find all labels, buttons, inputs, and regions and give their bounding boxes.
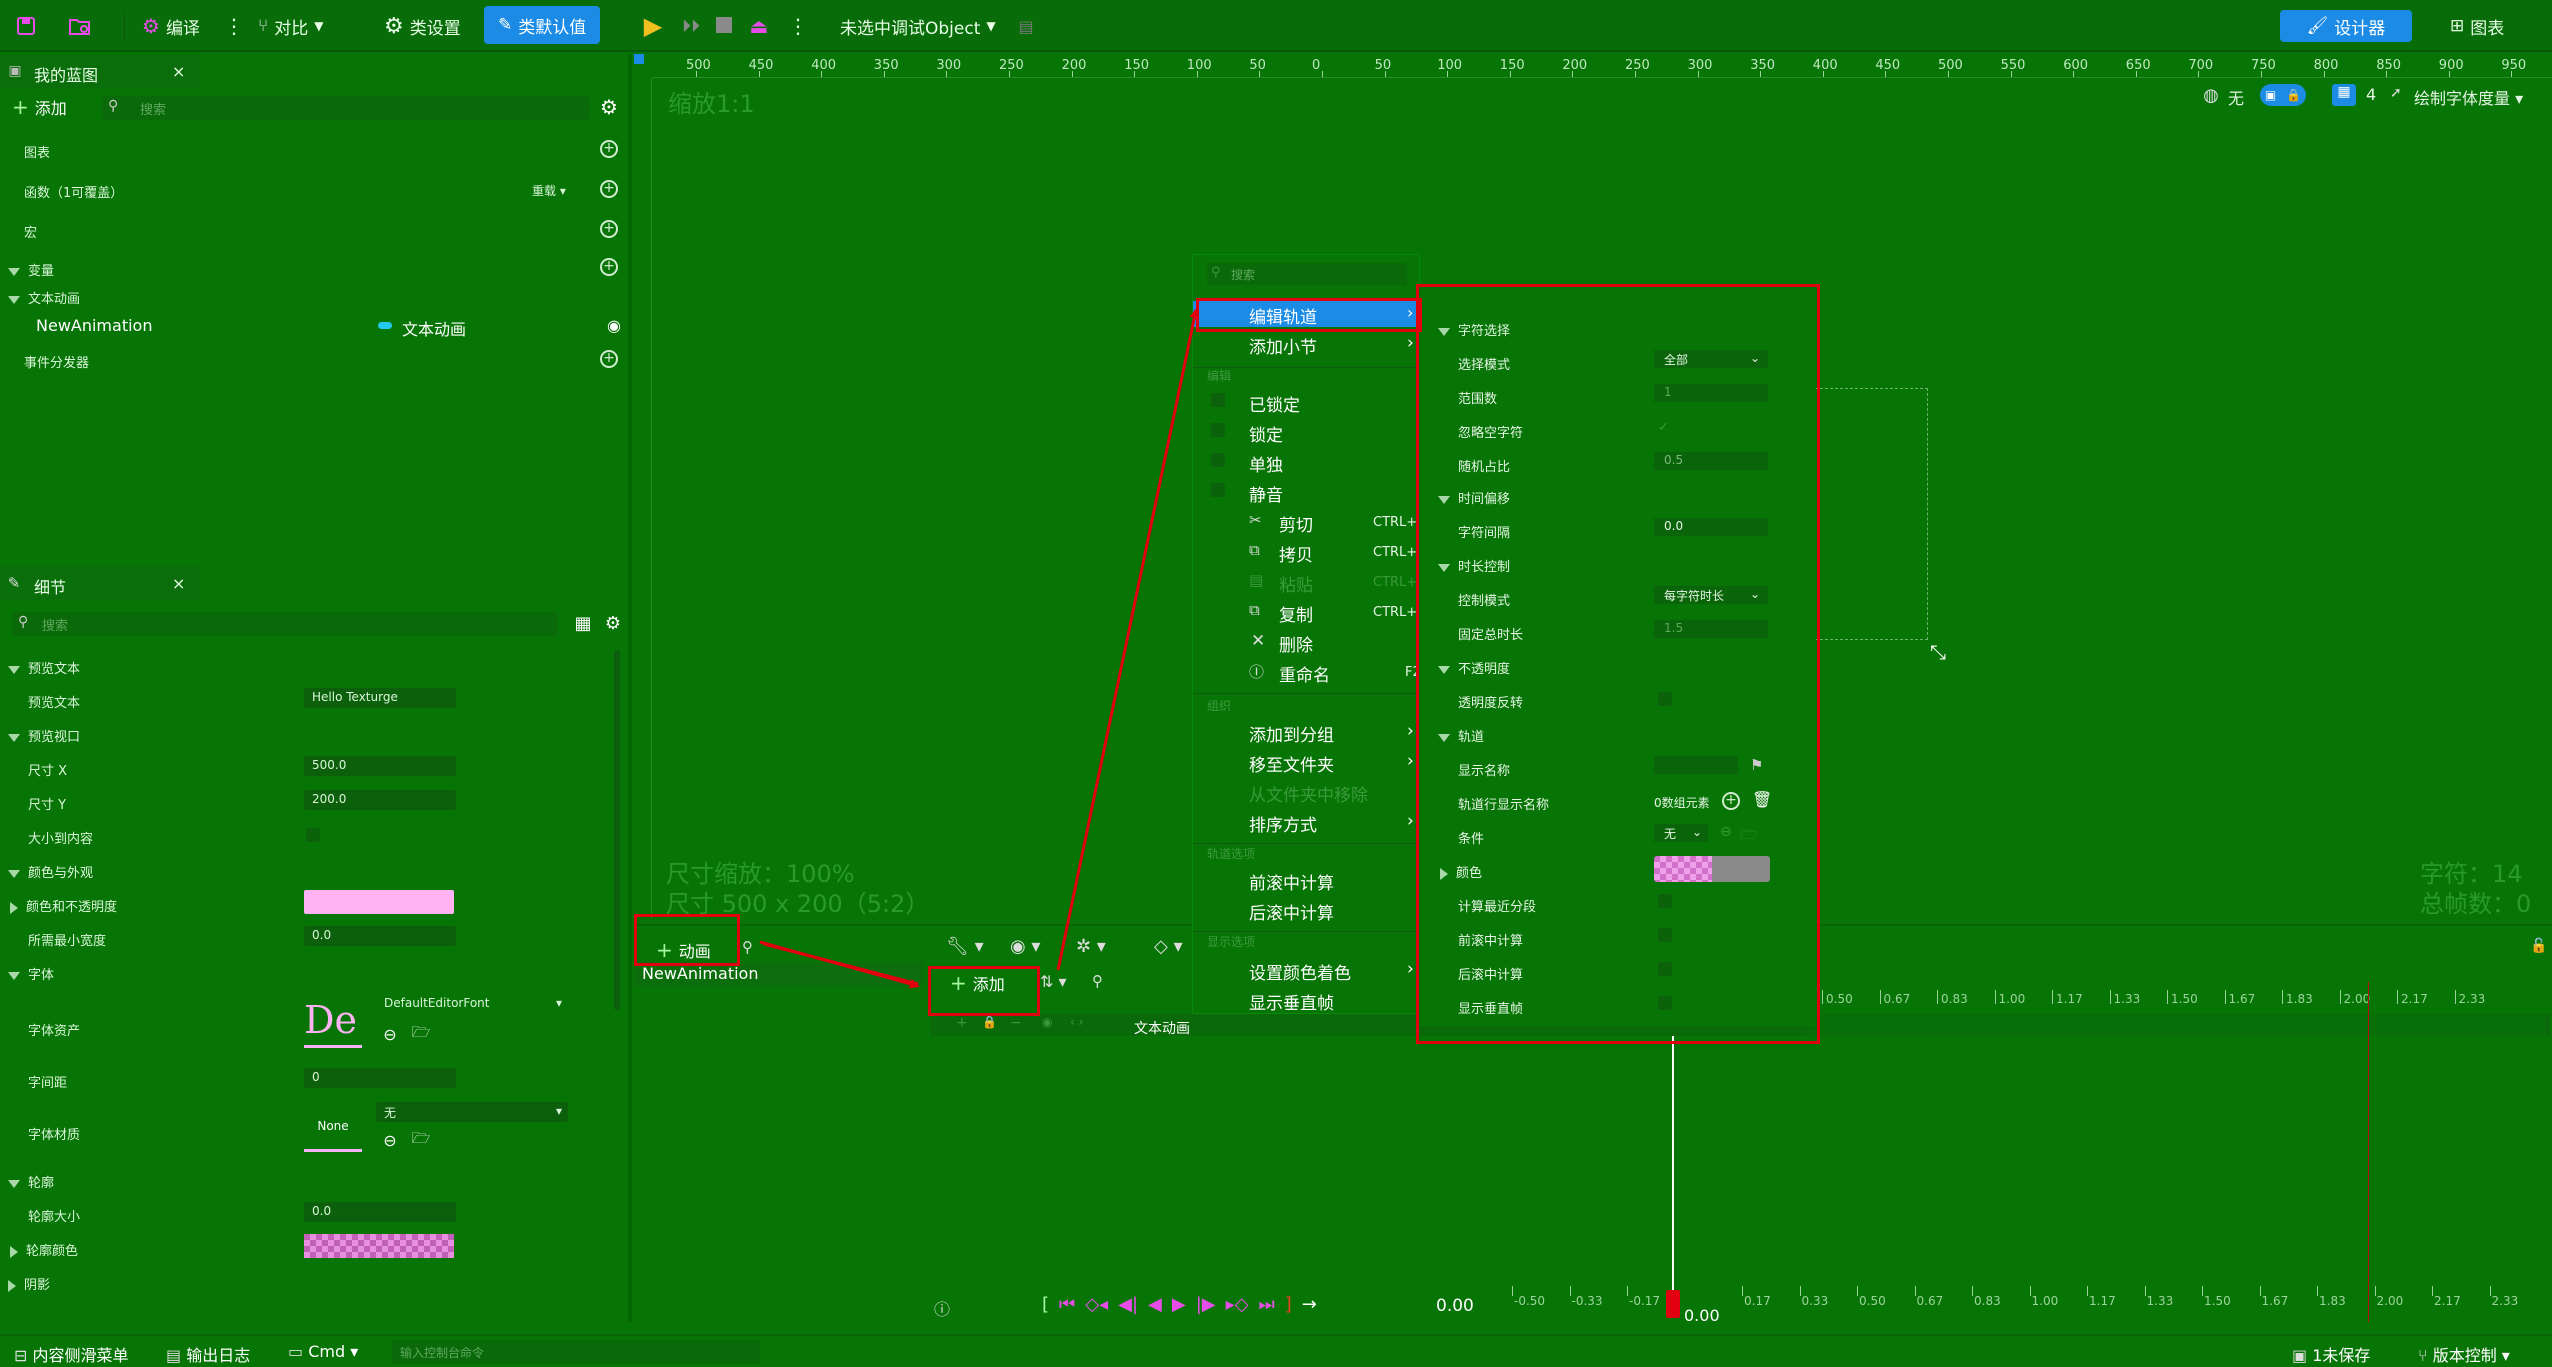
output-log-button[interactable]: ▤ 输出日志 [166,1342,250,1366]
output-log-label: 输出日志 [186,1346,251,1365]
content-drawer-label: 内容侧滑菜单 [32,1346,129,1365]
annotation-arrows [759,308,1200,989]
cmd-label: Cmd [308,1342,346,1361]
console-placeholder: 输入控制台命令 [400,1346,485,1360]
content-drawer-icon: ⊟ [14,1346,28,1365]
unsaved-indicator[interactable]: ▣ 1未保存 [2292,1342,2370,1366]
unsaved-icon: ▣ [2292,1346,2308,1365]
source-control-label: 版本控制 [2432,1346,2497,1365]
editor-window: ⚙ 编译 ⋮ ⑂ 对比 ▼ ⚙ 类设置 ✎ 类默认值 ▶ ⏵⏵ ⏏ ⋮ 未选中调… [0,0,2552,1367]
terminal-icon: ▭ [288,1342,304,1361]
log-icon: ▤ [166,1346,182,1365]
unsaved-label: 1未保存 [2312,1346,2371,1365]
status-bar: ⊟ 内容侧滑菜单 ▤ 输出日志 ▭ Cmd ▾ 输入控制台命令 ▣ 1未保存 ⑂… [0,1334,2552,1367]
cmd-dropdown[interactable]: ▭ Cmd ▾ [288,1342,358,1361]
source-control-button[interactable]: ⑂ 版本控制 ▾ [2418,1342,2510,1366]
source-control-icon: ⑂ [2418,1346,2428,1365]
content-drawer-button[interactable]: ⊟ 内容侧滑菜单 [14,1342,129,1366]
console-input[interactable]: 输入控制台命令 [392,1340,760,1364]
